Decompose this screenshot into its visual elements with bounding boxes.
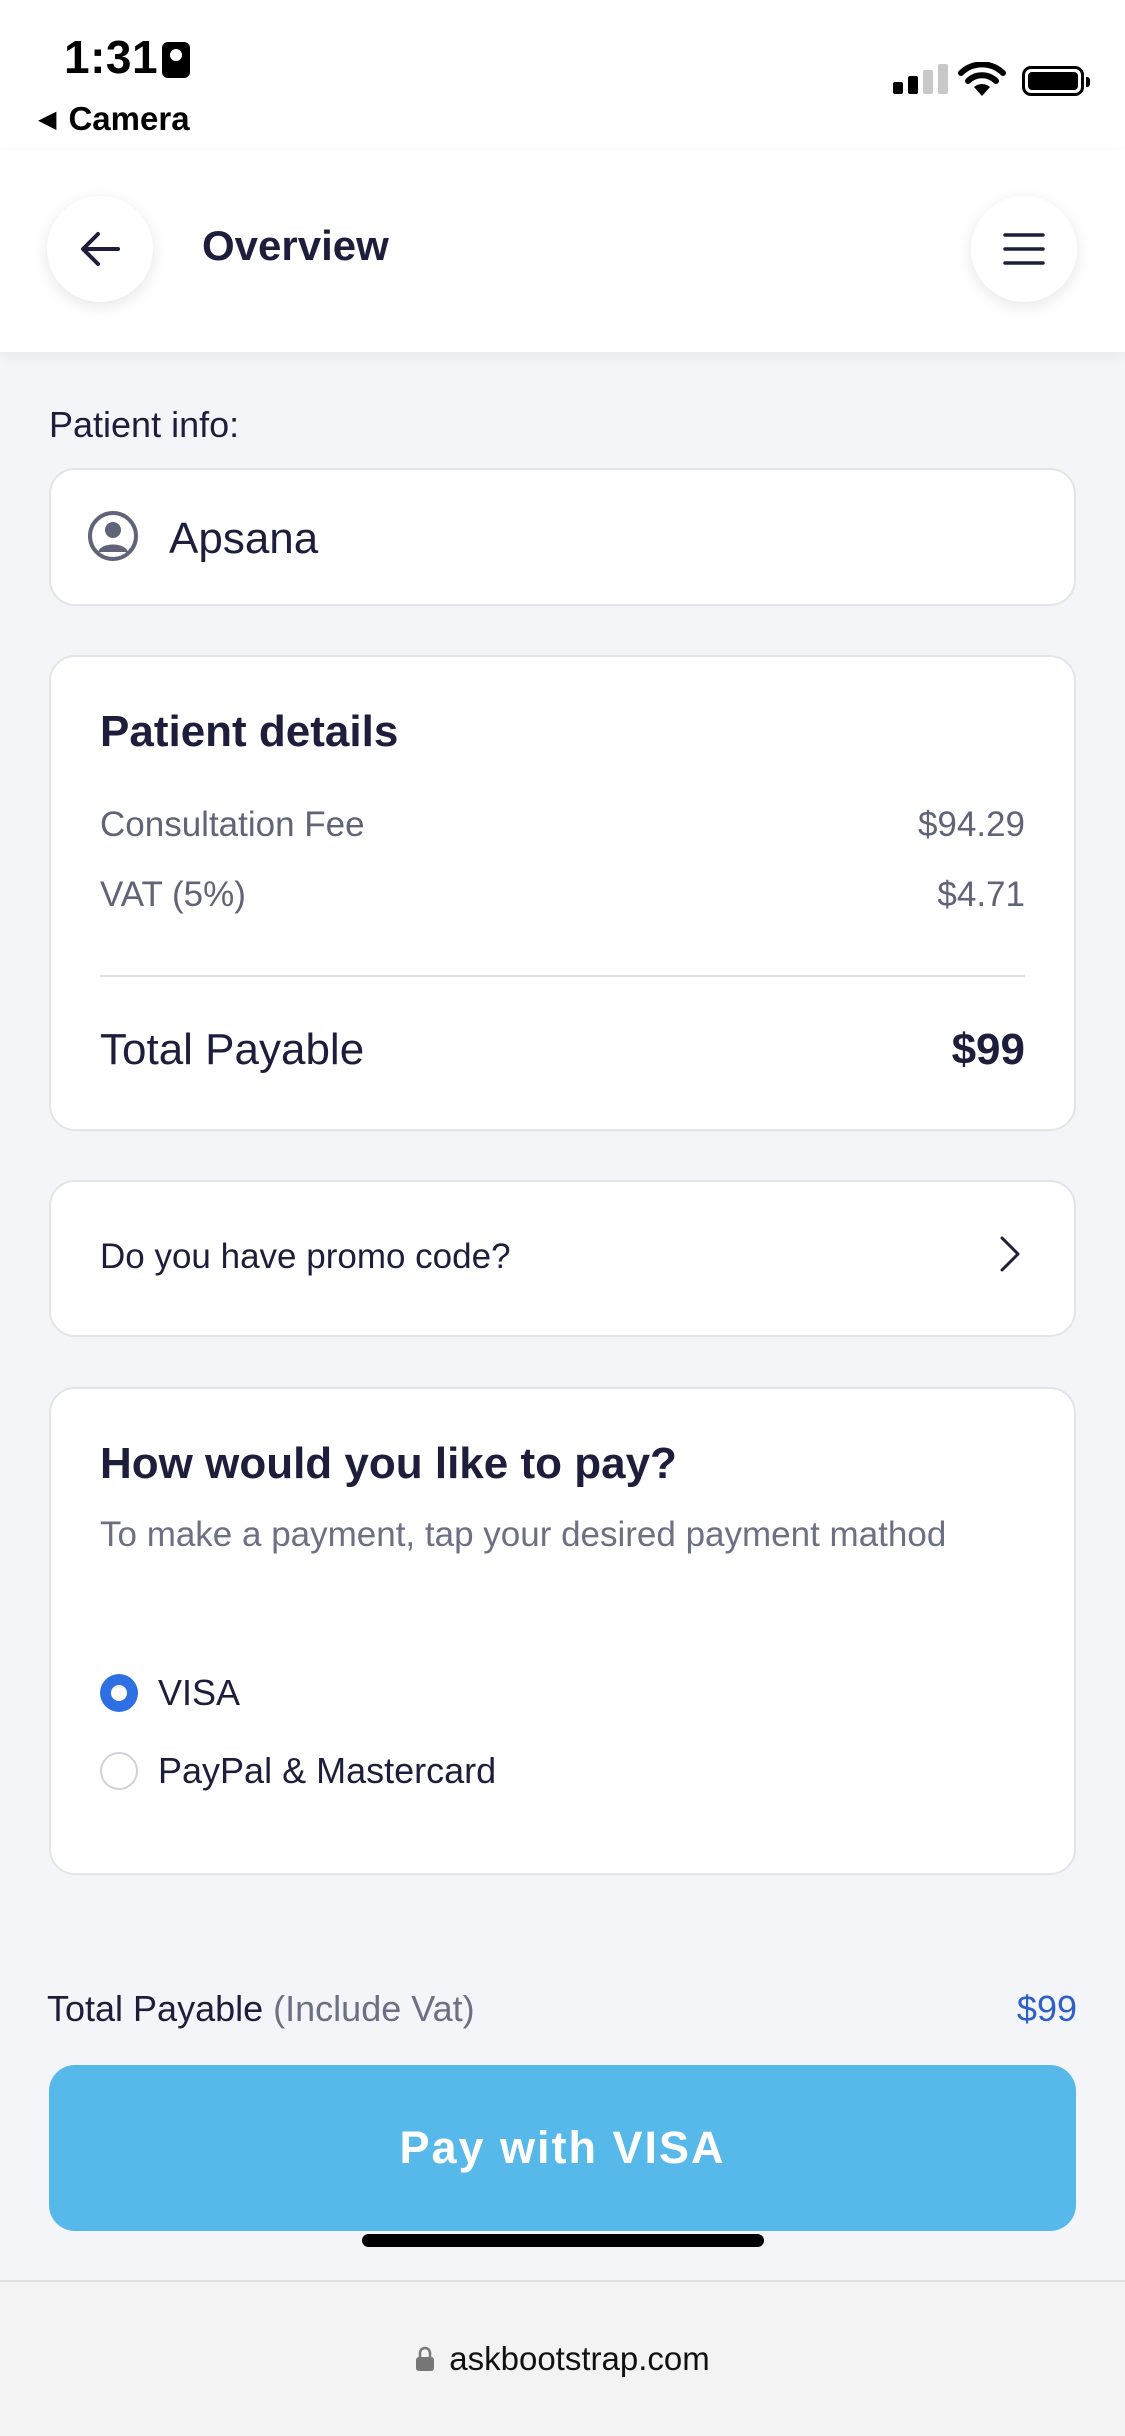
- page-title: Overview: [202, 222, 389, 269]
- chevron-right-icon: [1000, 1236, 1020, 1272]
- patient-details-title: Patient details: [100, 707, 399, 756]
- vat-label: VAT (5%): [100, 875, 246, 914]
- payment-subtitle: To make a payment, tap your desired paym…: [100, 1515, 947, 1554]
- vat-row: VAT (5%) $4.71: [100, 875, 1025, 915]
- patient-details-card: Patient details Consultation Fee $94.29 …: [49, 655, 1076, 1131]
- payment-option-visa[interactable]: VISA: [100, 1672, 240, 1714]
- contact-badge-icon: [162, 42, 190, 78]
- back-app-label: Camera: [68, 100, 190, 137]
- home-indicator[interactable]: [362, 2234, 764, 2247]
- battery-icon: [1022, 66, 1090, 96]
- url-text: askbootstrap.com: [449, 2340, 710, 2377]
- payment-title: How would you like to pay?: [100, 1439, 677, 1488]
- user-circle-icon: [88, 511, 138, 561]
- patient-name: Apsana: [169, 514, 319, 563]
- cellular-signal-icon: [893, 64, 949, 94]
- bottom-total-label-group: Total Payable (Include Vat): [47, 1988, 475, 2030]
- lock-icon: [416, 2346, 435, 2371]
- payment-option-paypal[interactable]: PayPal & Mastercard: [100, 1750, 496, 1792]
- arrow-left-icon: [81, 232, 120, 266]
- radio-unselected-icon[interactable]: [100, 1752, 138, 1790]
- top-app-bar: Overview: [0, 150, 1125, 352]
- total-payable-value: $99: [951, 1025, 1025, 1074]
- promo-code-button[interactable]: Do you have promo code?: [49, 1180, 1076, 1337]
- include-vat-note: (Include Vat): [273, 1988, 475, 2029]
- hamburger-menu-icon: [1003, 233, 1045, 265]
- radio-selected-icon[interactable]: [100, 1674, 138, 1712]
- patient-info-label: Patient info:: [49, 404, 240, 445]
- bottom-total-value: $99: [1016, 1988, 1077, 2029]
- payment-option-label: PayPal & Mastercard: [158, 1750, 497, 1791]
- url-display[interactable]: askbootstrap.com: [0, 2340, 1125, 2378]
- consultation-fee-value: $94.29: [917, 805, 1025, 844]
- consultation-fee-label: Consultation Fee: [100, 805, 365, 844]
- back-button[interactable]: [47, 196, 153, 302]
- bottom-total-row: Total Payable (Include Vat) $99: [47, 1988, 1077, 2030]
- back-to-app-link[interactable]: ◀ Camera: [38, 100, 190, 138]
- status-bar: 1:31 ◀ Camera: [0, 0, 1125, 150]
- payment-method-card: How would you like to pay? To make a pay…: [49, 1387, 1076, 1875]
- total-payable-label: Total Payable: [100, 1025, 365, 1074]
- vat-value: $4.71: [937, 875, 1025, 914]
- patient-selector[interactable]: Apsana: [49, 468, 1076, 606]
- total-payable-row: Total Payable $99: [100, 1025, 1025, 1075]
- promo-code-label: Do you have promo code?: [100, 1237, 511, 1276]
- bottom-total-label: Total Payable: [47, 1988, 264, 2029]
- back-triangle-icon: ◀: [38, 106, 57, 133]
- browser-address-bar[interactable]: askbootstrap.com: [0, 2280, 1125, 2436]
- payment-option-label: VISA: [158, 1672, 241, 1713]
- menu-button[interactable]: [971, 196, 1077, 302]
- consultation-fee-row: Consultation Fee $94.29: [100, 805, 1025, 845]
- divider: [100, 975, 1025, 977]
- clock: 1:31: [64, 31, 159, 83]
- wifi-icon: [958, 62, 1006, 96]
- pay-button[interactable]: Pay with VISA: [49, 2065, 1076, 2231]
